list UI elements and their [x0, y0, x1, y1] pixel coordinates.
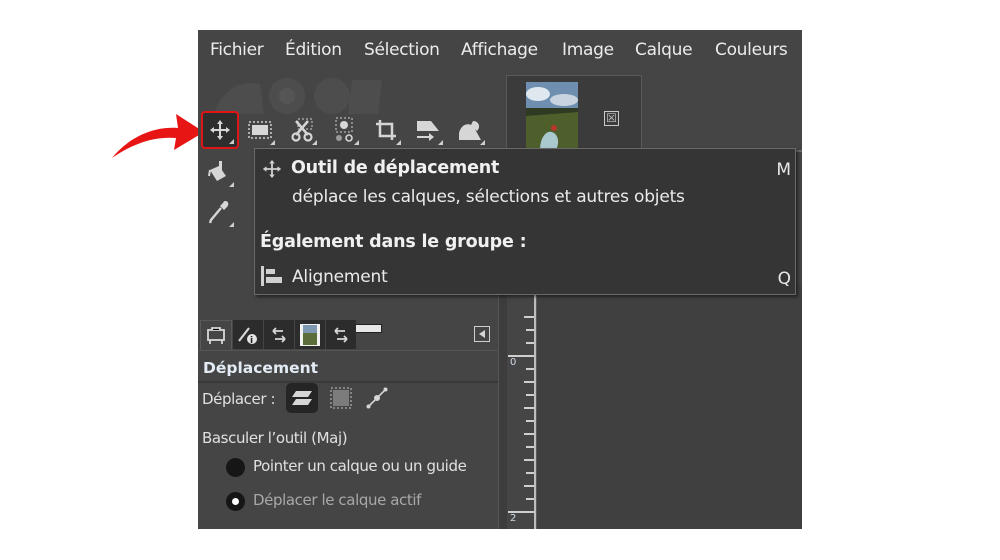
device-status-tab[interactable]: i: [233, 320, 263, 349]
menu-edition[interactable]: Édition: [285, 40, 342, 60]
canvas[interactable]: [508, 286, 802, 529]
dock-tabs: i: [198, 317, 498, 350]
vertical-ruler[interactable]: 0 2: [506, 286, 537, 529]
ruler-edge: [534, 286, 536, 529]
radio-pick-layer-label[interactable]: Pointer un calque ou un guide: [253, 457, 467, 475]
undo-history-tab-2[interactable]: [326, 320, 356, 349]
ruler-tick: [526, 420, 534, 422]
rect-select-tool-button[interactable]: [242, 112, 278, 148]
menu-couleurs[interactable]: Couleurs: [715, 40, 788, 60]
tool-group-indicator: [438, 140, 443, 145]
ruler-tick: [524, 316, 534, 318]
ruler-tick: [526, 472, 534, 474]
dock-menu-button[interactable]: [474, 326, 490, 342]
tool-group-indicator: [396, 140, 401, 145]
menu-calque[interactable]: Calque: [635, 40, 693, 60]
tooltip-group-item: Alignement: [292, 267, 388, 287]
tooltip-group-item-shortcut: Q: [777, 269, 791, 289]
rect-select-icon: [248, 121, 272, 139]
tooltip-description: déplace les calques, sélections et autre…: [292, 187, 685, 207]
menu-fichier[interactable]: Fichier: [210, 40, 264, 60]
ruler-tick: [524, 433, 534, 435]
move-tool-button[interactable]: [201, 111, 239, 149]
undo-icon: [334, 326, 348, 343]
device-status-icon: i: [238, 326, 257, 345]
warp-icon: [459, 121, 481, 140]
tool-options-icon: [207, 326, 225, 344]
ruler-tick: [526, 368, 534, 370]
eyedropper-icon: [208, 201, 229, 224]
ruler-tick: [526, 446, 534, 448]
image-thumbnail[interactable]: [526, 82, 578, 150]
image-thumbnail-icon: [300, 323, 320, 346]
crop-icon: [376, 120, 396, 140]
tooltip-title: Outil de déplacement: [291, 158, 500, 178]
tool-group-indicator: [229, 182, 234, 187]
color-picker-tool-button[interactable]: [201, 194, 237, 230]
move-mode-label: Déplacer :: [202, 390, 276, 408]
path-icon: [366, 387, 388, 409]
menu-image[interactable]: Image: [562, 40, 614, 60]
ruler-label: 0: [510, 357, 517, 368]
foreground-select-icon: [335, 117, 353, 142]
tool-options-tab[interactable]: [200, 320, 232, 350]
toggle-tool-label: Basculer l’outil (Maj): [202, 429, 348, 447]
image-tab-bar: ☒: [506, 75, 642, 151]
align-icon: [261, 266, 282, 286]
image-thumbnail-preview: [526, 82, 578, 150]
move-mode-selection-button[interactable]: [325, 383, 357, 413]
tool-group-indicator: [229, 139, 234, 144]
tool-group-indicator: [229, 222, 234, 227]
ruler-tick: [526, 498, 534, 500]
dock-separator[interactable]: [498, 286, 507, 529]
selection-icon: [330, 387, 352, 409]
transform-tool-button[interactable]: [410, 112, 446, 148]
layer-icon: [292, 391, 312, 405]
foreground-select-tool-button[interactable]: [326, 112, 362, 148]
tooltip-shortcut: M: [776, 160, 791, 180]
ruler-tick: [526, 329, 534, 331]
transform-icon: [417, 121, 439, 141]
menu-selection[interactable]: Sélection: [364, 40, 440, 60]
menubar: Fichier Édition Sélection Affichage Imag…: [198, 30, 802, 70]
tooltip-group-heading: Également dans le groupe :: [260, 232, 527, 252]
bucket-fill-icon: [208, 161, 226, 181]
tool-group-indicator: [270, 140, 275, 145]
undo-icon: [272, 326, 286, 343]
close-image-button[interactable]: ☒: [604, 111, 619, 126]
bucket-fill-tool-button[interactable]: [201, 154, 237, 190]
ruler-tick: [524, 459, 534, 461]
tool-group-indicator: [312, 140, 317, 145]
tool-group-indicator: [354, 140, 359, 145]
move-icon: [262, 159, 282, 179]
scissors-select-tool-button[interactable]: [284, 112, 320, 148]
tool-options-title: Déplacement: [203, 359, 319, 377]
svg-text:i: i: [250, 336, 253, 345]
images-tab[interactable]: [295, 320, 325, 349]
undo-history-tab[interactable]: [264, 320, 294, 349]
scissors-icon: [291, 118, 313, 142]
radio-move-active-layer[interactable]: [226, 492, 245, 511]
move-mode-layer-button[interactable]: [286, 383, 318, 413]
warp-tool-button[interactable]: [452, 112, 488, 148]
move-mode-path-button[interactable]: [361, 383, 393, 413]
crop-tool-button[interactable]: [368, 112, 404, 148]
tool-options-panel: Déplacement Déplacer : Basculer l’outil …: [198, 350, 498, 529]
radio-pick-layer[interactable]: [226, 458, 245, 477]
ruler-tick: [526, 394, 534, 396]
triangle-left-icon: [479, 330, 485, 338]
radio-move-active-layer-label[interactable]: Déplacer le calque actif: [253, 491, 421, 509]
ruler-tick: [524, 381, 534, 383]
ruler-tick: [524, 485, 534, 487]
menu-affichage[interactable]: Affichage: [461, 40, 538, 60]
ruler-label: 2: [510, 513, 517, 524]
ruler-tick: [526, 342, 534, 344]
tool-group-indicator: [480, 140, 485, 145]
ruler-tick: [524, 407, 534, 409]
tool-tooltip: Outil de déplacement M déplace les calqu…: [254, 148, 796, 295]
annotation-arrow: [112, 114, 204, 158]
radio-checked-dot: [232, 498, 239, 505]
